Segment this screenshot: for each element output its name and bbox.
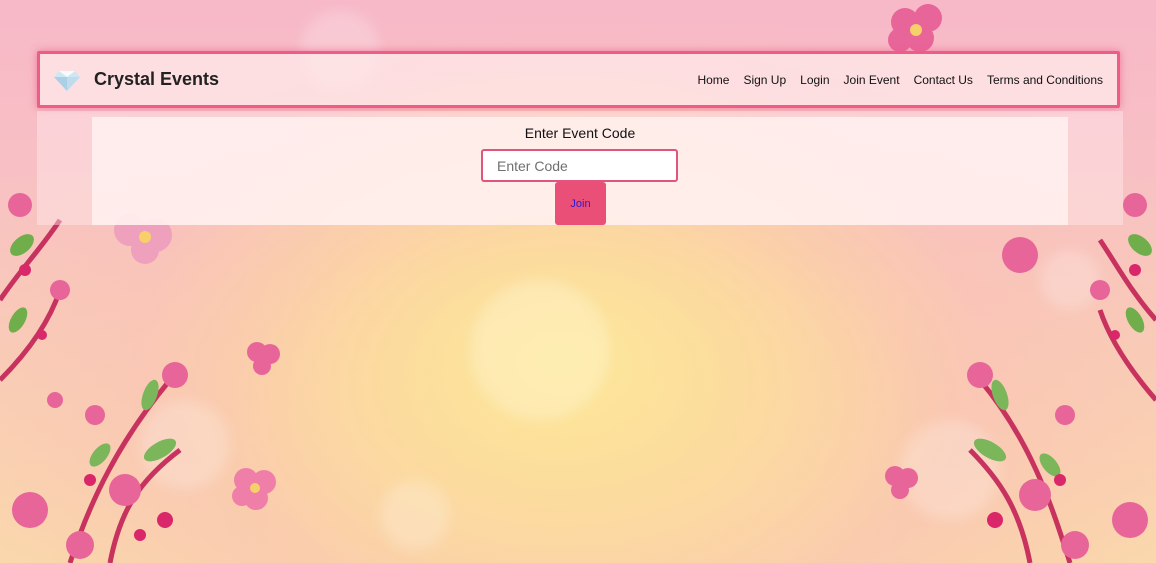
cherry-blossom-small [247,342,280,375]
nav-terms-link[interactable]: Terms and Conditions [987,73,1103,87]
join-button[interactable]: Join [555,182,606,225]
bokeh-light [380,480,450,550]
brand-name: Crystal Events [94,69,220,89]
nav-sign-up-link[interactable]: Sign Up [743,73,786,87]
navbar: Crystal Events Home Sign Up Login Join E… [37,51,1120,108]
cherry-blossom-small [885,466,918,499]
join-event-panel: Enter Event Code Join [92,117,1068,225]
event-code-input[interactable] [481,149,678,182]
cherry-blossom-branch-right [967,193,1156,563]
nav-links: Home Sign Up Login Join Event Contact Us… [683,54,1103,105]
nav-contact-us-link[interactable]: Contact Us [914,73,973,87]
cherry-blossom-small [232,468,276,510]
diamond-icon [54,70,80,91]
enter-event-code-label: Enter Event Code [524,125,636,141]
brand[interactable]: Crystal Events [54,54,219,105]
nav-home-link[interactable]: Home [697,73,729,87]
nav-join-event-link[interactable]: Join Event [844,73,900,87]
nav-login-link[interactable]: Login [800,73,829,87]
cherry-blossom-small [888,4,942,52]
bokeh-light [470,280,610,420]
